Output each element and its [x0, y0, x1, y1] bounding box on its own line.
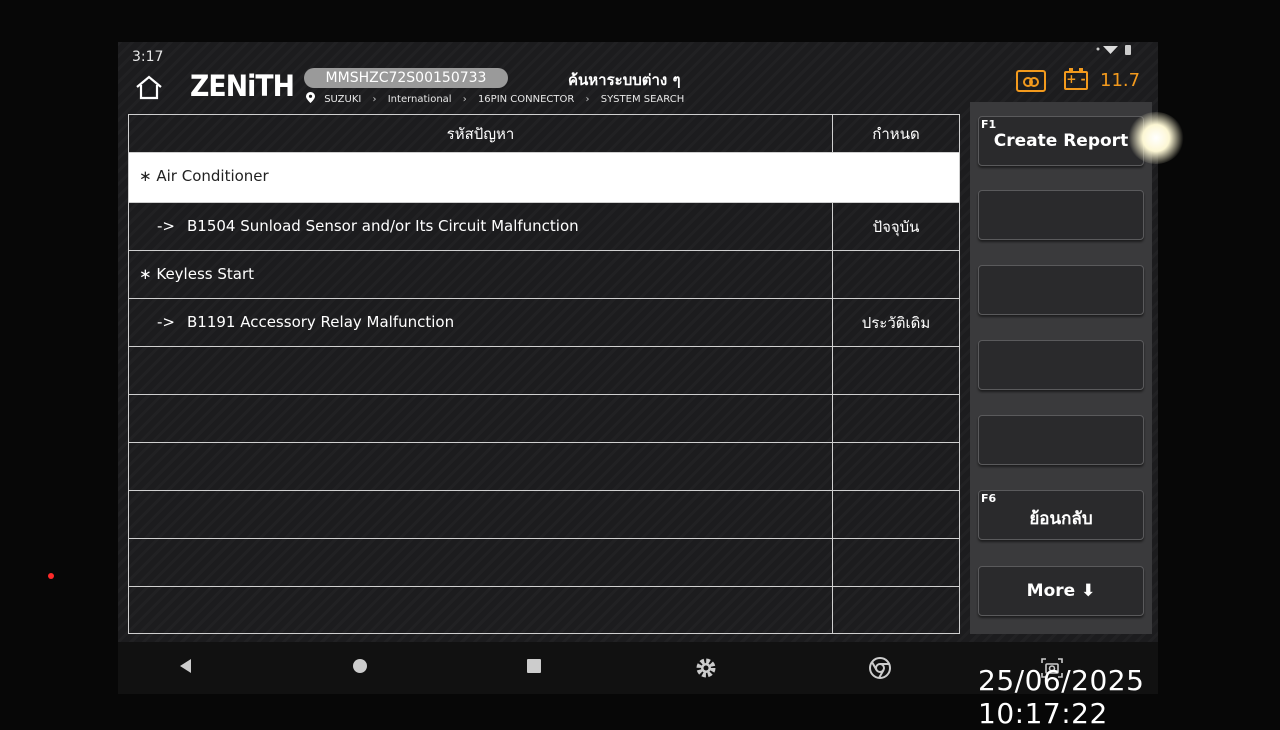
row-status: [833, 153, 959, 202]
function-key-f4[interactable]: [978, 340, 1144, 390]
arrow-icon: ->: [157, 217, 175, 235]
battery-voltage: 11.7: [1100, 70, 1141, 91]
column-header-status: กำหนด: [872, 125, 920, 143]
home-button[interactable]: [134, 74, 164, 102]
table-row[interactable]: ∗ Keyless Start: [129, 251, 959, 299]
asterisk-icon: ∗: [139, 167, 152, 185]
more-button[interactable]: More ⬇: [978, 566, 1144, 616]
table-header: รหัสปัญหา กำหนด: [129, 115, 959, 153]
function-key-f3[interactable]: [978, 265, 1144, 315]
arrow-icon: ->: [157, 313, 175, 331]
breadcrumb: SUZUKI › International › 16PIN CONNECTOR…: [306, 92, 684, 105]
chrome-browser-icon[interactable]: [868, 656, 892, 680]
recording-tape-icon[interactable]: [1016, 70, 1046, 92]
status-clock: 3:17: [132, 49, 164, 65]
asterisk-icon: ∗: [139, 265, 152, 283]
breadcrumb-item-connector[interactable]: 16PIN CONNECTOR: [478, 94, 574, 105]
back-button[interactable]: F6 ย้อนกลับ: [978, 490, 1144, 540]
settings-gear-icon[interactable]: [694, 656, 718, 680]
create-report-button[interactable]: F1 Create Report: [978, 116, 1144, 166]
column-header-code: รหัสปัญหา: [129, 115, 833, 152]
function-key-f2[interactable]: [978, 190, 1144, 240]
page-title: ค้นหาระบบต่าง ๆ: [568, 71, 681, 89]
device-led: [48, 573, 54, 579]
row-status: [833, 251, 959, 298]
back-icon[interactable]: [174, 656, 198, 680]
zenith-logo: ZENiTH: [190, 69, 295, 103]
table-row-empty: [129, 443, 959, 491]
dtc-label: B1191 Accessory Relay Malfunction: [186, 313, 455, 331]
location-pin-icon: [306, 92, 315, 103]
group-label: Air Conditioner: [156, 167, 269, 185]
vin-badge: MMSHZC72S00150733: [304, 68, 508, 88]
table-row-empty: [129, 587, 959, 633]
chevron-right-icon: ›: [585, 94, 590, 105]
dtc-table: รหัสปัญหา กำหนด ∗ Air Conditioner -> B150…: [128, 114, 960, 634]
status-bar: 3:17: [118, 42, 1158, 66]
table-row-empty: [129, 539, 959, 587]
function-key-f5[interactable]: [978, 415, 1144, 465]
breadcrumb-item-function: SYSTEM SEARCH: [600, 94, 685, 105]
group-label: Keyless Start: [156, 265, 254, 283]
table-row[interactable]: -> B1504 Sunload Sensor and/or Its Circui…: [129, 203, 959, 251]
breadcrumb-item-region[interactable]: International: [388, 94, 452, 105]
breadcrumb-item-make[interactable]: SUZUKI: [324, 94, 361, 105]
table-row[interactable]: -> B1191 Accessory Relay Malfunction ประว…: [129, 299, 959, 347]
tablet-screen: 3:17 ZENiTH MMSHZC72S00150733 ค้นหาระบบต…: [118, 42, 1158, 694]
wifi-battery-icons: [1094, 42, 1134, 59]
row-status: ปัจจุบัน: [872, 218, 920, 236]
recents-icon[interactable]: [522, 656, 546, 680]
table-row-group-selected[interactable]: ∗ Air Conditioner: [129, 153, 959, 203]
row-status: ประวัติเดิม: [861, 314, 931, 332]
battery-icon: + -: [1064, 68, 1088, 90]
function-key-panel: F1 Create Report F6 ย้อนกลับ More ⬇: [970, 102, 1152, 634]
light-glare: [1128, 112, 1184, 164]
photo-timestamp: 25/06/2025 10:17:22: [978, 664, 1145, 730]
table-row-empty: [129, 395, 959, 443]
dtc-label: B1504 Sunload Sensor and/or Its Circuit …: [186, 217, 579, 235]
table-row-empty: [129, 347, 959, 395]
home-circle-icon[interactable]: [348, 656, 372, 680]
chevron-right-icon: ›: [372, 94, 377, 105]
home-icon: [136, 75, 162, 100]
chevron-right-icon: ›: [462, 94, 467, 105]
table-row-empty: [129, 491, 959, 539]
